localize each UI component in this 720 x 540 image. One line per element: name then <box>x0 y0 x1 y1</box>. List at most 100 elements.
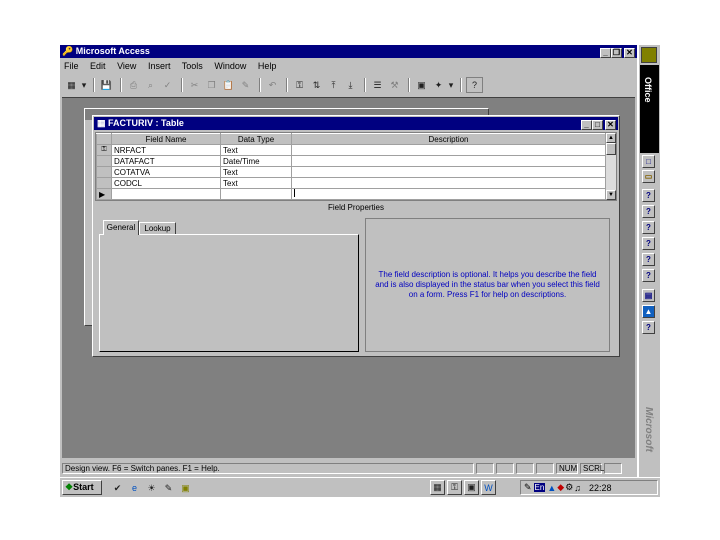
tab-general[interactable]: General <box>103 220 139 235</box>
start-button[interactable]: ❖Start <box>62 480 102 495</box>
description-cell[interactable] <box>291 144 606 156</box>
taskbar-app-icon[interactable]: ▦ <box>430 480 445 495</box>
shortcut-help-icon[interactable]: ? <box>642 189 655 202</box>
new-object-icon[interactable]: ✦ <box>431 78 446 92</box>
internet-explorer-icon[interactable]: ▲ <box>642 305 655 318</box>
print-icon[interactable]: ⎙ <box>126 78 141 92</box>
quick-launch-icon[interactable]: ✎ <box>161 481 176 495</box>
field-name-cell[interactable]: DATAFACT <box>111 155 221 167</box>
column-header-field-name[interactable]: Field Name <box>111 133 221 145</box>
table-row[interactable]: ▶ <box>96 188 606 200</box>
paste-icon[interactable]: 📋 <box>221 78 236 92</box>
taskbar-app-icon[interactable]: ▣ <box>464 480 479 495</box>
table-row[interactable]: ⚿ NRFACT Text <box>96 144 606 156</box>
new-document-icon[interactable]: □ <box>642 155 655 168</box>
data-type-cell[interactable] <box>220 188 292 200</box>
column-header-description[interactable]: Description <box>291 133 606 145</box>
menu-edit[interactable]: Edit <box>90 61 106 71</box>
shortcut-help-icon[interactable]: ? <box>642 269 655 282</box>
show-desktop-icon[interactable]: ✔ <box>110 481 125 495</box>
menu-window[interactable]: Window <box>214 61 246 71</box>
quick-launch-icon[interactable]: ▣ <box>178 481 193 495</box>
shortcut-help-icon[interactable]: ? <box>642 205 655 218</box>
delete-rows-icon[interactable]: ⤓ <box>343 78 358 92</box>
primary-key-icon[interactable]: ⚿ <box>292 78 307 92</box>
field-name-cell[interactable]: NRFACT <box>111 144 221 156</box>
data-type-cell[interactable]: Text <box>220 177 292 189</box>
scroll-down-button[interactable]: ▼ <box>606 190 616 200</box>
app-title-bar[interactable]: 🔑 Microsoft Access _ ❐ ✕ <box>60 45 637 58</box>
view-icon[interactable]: ▦ <box>64 78 79 92</box>
grid-scrollbar[interactable]: ▲ ▼ <box>606 133 616 200</box>
table-row[interactable]: CODCL Text <box>96 177 606 189</box>
save-icon[interactable]: 💾 <box>99 78 114 92</box>
open-document-icon[interactable]: ▭ <box>642 170 655 183</box>
description-cell[interactable] <box>291 177 606 189</box>
data-type-cell[interactable]: Text <box>220 166 292 178</box>
data-type-cell[interactable]: Date/Time <box>220 155 292 167</box>
shortcut-help-icon[interactable]: ? <box>642 321 655 334</box>
print-preview-icon[interactable]: ⌕ <box>143 78 158 92</box>
table-maximize-button[interactable]: □ <box>592 120 603 130</box>
restore-button[interactable]: ❐ <box>611 48 622 58</box>
properties-icon[interactable]: ☰ <box>370 78 385 92</box>
table-row[interactable]: COTATVA Text <box>96 166 606 178</box>
column-header-data-type[interactable]: Data Type <box>220 133 292 145</box>
spelling-icon[interactable]: ✓ <box>160 78 175 92</box>
menu-insert[interactable]: Insert <box>148 61 171 71</box>
table-design-window[interactable]: ▦ FACTURIV : Table _ □ ✕ Field Name Data T… <box>92 115 620 357</box>
office-logo-icon[interactable] <box>641 47 657 63</box>
field-name-cell[interactable]: CODCL <box>111 177 221 189</box>
description-cell[interactable] <box>291 155 606 167</box>
language-indicator[interactable]: En <box>533 483 546 492</box>
row-selector[interactable] <box>96 177 112 189</box>
indexes-icon[interactable]: ⇅ <box>309 78 324 92</box>
new-object-dropdown-icon[interactable]: ▾ <box>448 78 454 92</box>
tray-icon[interactable]: ⚙ <box>565 482 573 493</box>
format-painter-icon[interactable]: ✎ <box>238 78 253 92</box>
dropdown-arrow-icon[interactable]: ▾ <box>81 78 87 92</box>
status-panel <box>516 462 534 474</box>
build-icon[interactable]: ⚒ <box>387 78 402 92</box>
tray-icon[interactable]: ◆ <box>557 482 564 493</box>
primary-key-icon[interactable]: ⚿ <box>96 144 112 156</box>
menu-file[interactable]: File <box>64 61 79 71</box>
browser-icon[interactable]: e <box>127 481 142 495</box>
copy-icon[interactable]: ❐ <box>204 78 219 92</box>
speaker-icon[interactable]: ♫ <box>574 483 581 493</box>
scroll-thumb[interactable] <box>606 143 616 155</box>
table-row[interactable]: DATAFACT Date/Time <box>96 155 606 167</box>
row-selector[interactable] <box>96 166 112 178</box>
table-title-bar[interactable]: ▦ FACTURIV : Table _ □ ✕ <box>94 117 618 130</box>
shortcut-help-icon[interactable]: ? <box>642 253 655 266</box>
taskbar-app-icon[interactable]: ⚿ <box>447 480 462 495</box>
tray-icon[interactable]: ▲ <box>547 483 556 493</box>
help-icon[interactable]: ? <box>466 77 483 93</box>
menu-help[interactable]: Help <box>258 61 277 71</box>
current-row-arrow-icon[interactable]: ▶ <box>96 188 112 200</box>
address-book-icon[interactable]: ▤ <box>642 289 655 302</box>
field-name-cell[interactable]: COTATVA <box>111 166 221 178</box>
insert-rows-icon[interactable]: ⤒ <box>326 78 341 92</box>
description-cell[interactable] <box>291 188 606 200</box>
minimize-button[interactable]: _ <box>600 48 611 58</box>
table-close-button[interactable]: ✕ <box>605 120 616 130</box>
description-cell[interactable] <box>291 166 606 178</box>
taskbar-app-icon[interactable]: W <box>481 480 496 495</box>
database-window-icon[interactable]: ▣ <box>414 78 429 92</box>
scroll-up-button[interactable]: ▲ <box>606 133 616 143</box>
undo-icon[interactable]: ↶ <box>265 78 280 92</box>
clock[interactable]: 22:28 <box>589 483 612 493</box>
menu-tools[interactable]: Tools <box>182 61 203 71</box>
table-minimize-button[interactable]: _ <box>581 120 592 130</box>
row-selector[interactable] <box>96 155 112 167</box>
cut-icon[interactable]: ✂ <box>187 78 202 92</box>
tray-icon[interactable]: ✎ <box>524 482 532 493</box>
close-button[interactable]: ✕ <box>624 48 635 58</box>
shortcut-help-icon[interactable]: ? <box>642 237 655 250</box>
data-type-cell[interactable]: Text <box>220 144 292 156</box>
shortcut-help-icon[interactable]: ? <box>642 221 655 234</box>
menu-view[interactable]: View <box>117 61 136 71</box>
channels-icon[interactable]: ☀ <box>144 481 159 495</box>
field-name-cell[interactable] <box>111 188 221 200</box>
